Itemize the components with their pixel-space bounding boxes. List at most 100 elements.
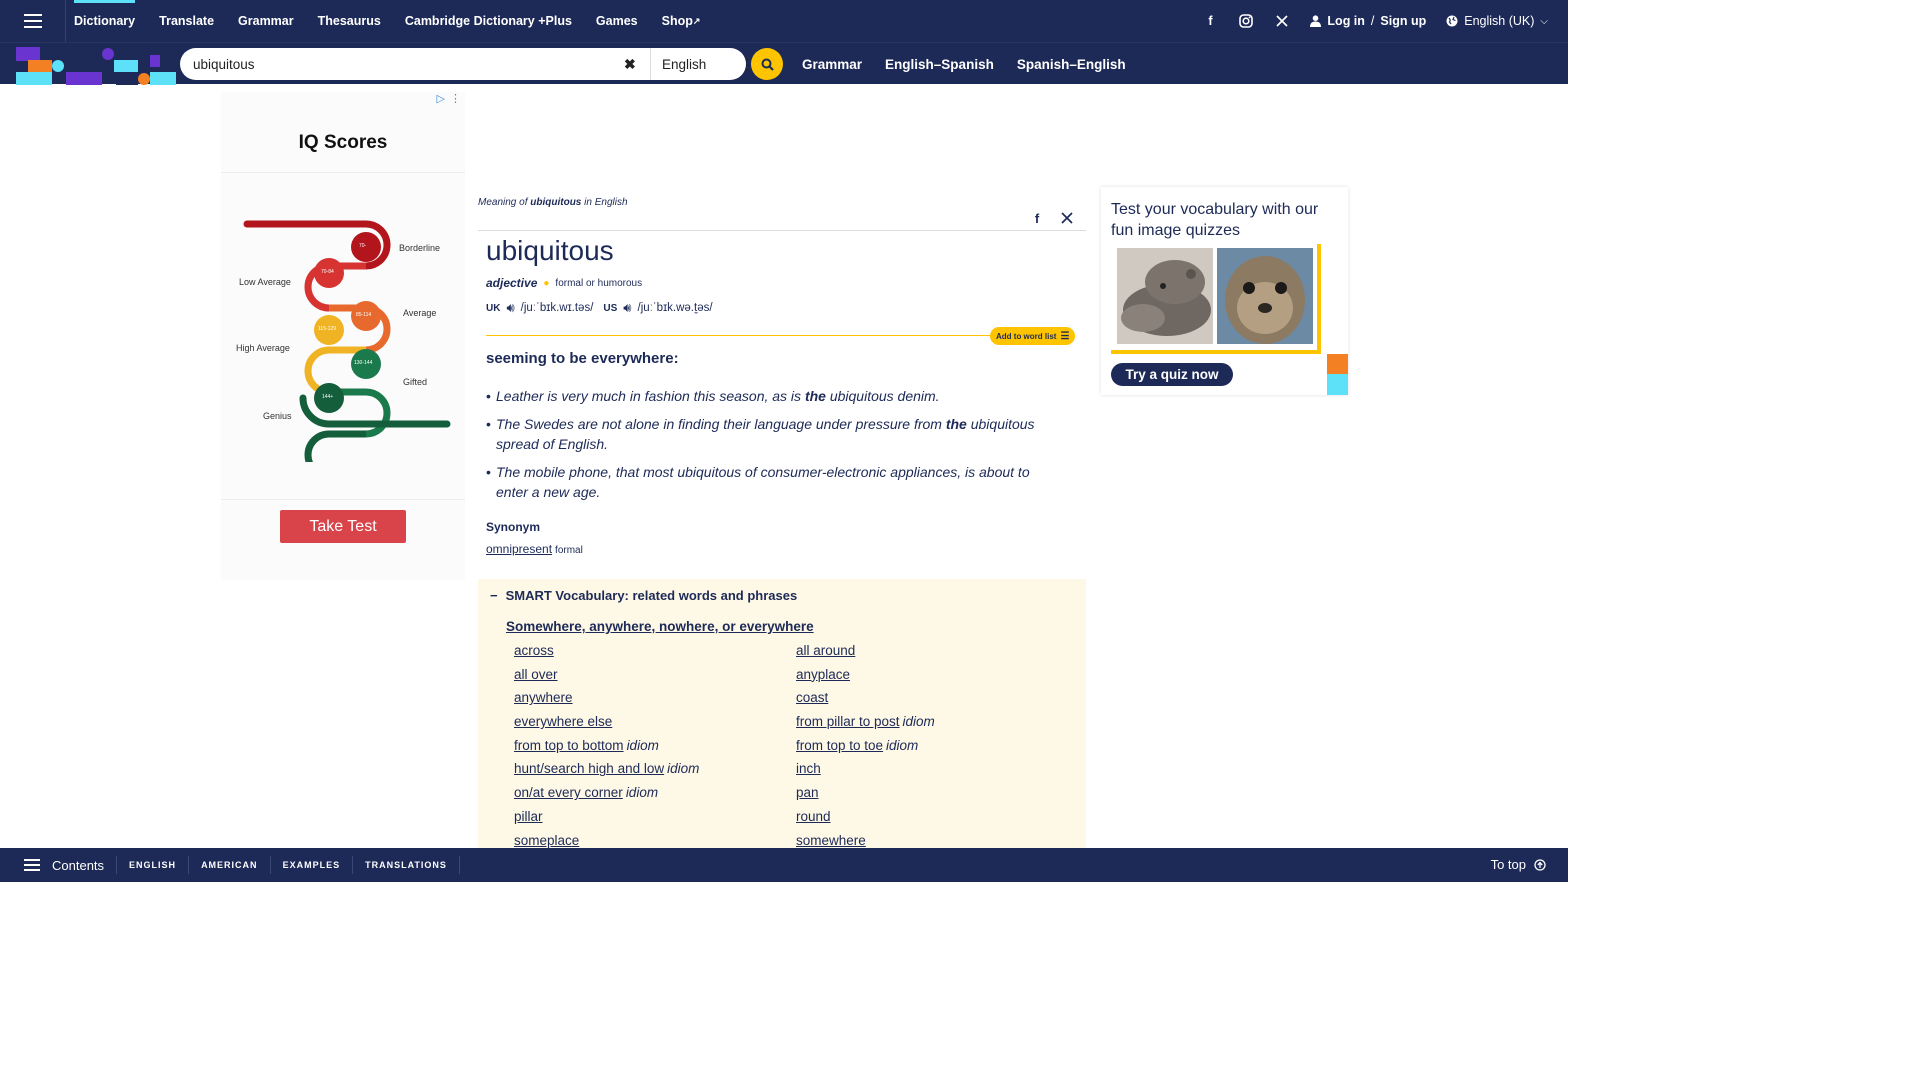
smart-vocab-link[interactable]: inch <box>796 761 821 776</box>
smart-vocab-link[interactable]: pan <box>796 785 819 800</box>
us-speaker-icon[interactable]: 🔊︎ <box>623 300 631 316</box>
smart-vocab-link[interactable]: someplace <box>514 833 579 848</box>
example-text: Leather is very much in fashion this sea… <box>496 388 805 404</box>
nav-shop[interactable]: Shop ↗ <box>662 0 701 42</box>
nav-grammar[interactable]: Grammar <box>238 0 294 42</box>
idiom-tag: idiom <box>886 737 919 753</box>
search-row: ✖ English ⋮ Grammar English–Spanish Span… <box>0 42 1568 85</box>
ad-divider-bottom <box>221 499 465 500</box>
smart-vocab-link[interactable]: anyplace <box>796 667 850 682</box>
idiom-tag: idiom <box>902 714 935 730</box>
menu-button[interactable] <box>0 0 66 42</box>
nav-thesaurus[interactable]: Thesaurus <box>318 0 381 42</box>
smart-vocab-toggle[interactable]: − SMART Vocabulary: related words and ph… <box>490 588 797 603</box>
example-bold: the <box>945 416 967 432</box>
facebook-icon[interactable]: f <box>1202 13 1218 29</box>
example-text: ubiquitous denim. <box>825 388 940 404</box>
search-button[interactable] <box>751 48 783 80</box>
arrow-up-circle-icon <box>1534 858 1546 871</box>
ad-label-low-average: Low Average <box>239 277 291 287</box>
ad-title: IQ Scores <box>298 132 388 153</box>
quick-link-grammar[interactable]: Grammar <box>802 57 862 72</box>
idiom-tag: idiom <box>626 737 659 753</box>
smart-vocabulary: − SMART Vocabulary: related words and ph… <box>478 579 1086 859</box>
ad-choices[interactable]: ▷ ⋮ <box>437 92 461 105</box>
add-to-word-list-button[interactable]: Add to word list ☰ <box>990 327 1076 345</box>
jump-american[interactable]: AMERICAN <box>189 856 271 874</box>
search-input[interactable] <box>193 52 613 76</box>
idiom-tag: idiom <box>625 785 659 801</box>
smart-vocab-topic-link[interactable]: Somewhere, anywhere, nowhere, or everywh… <box>506 619 814 634</box>
nav-dictionary[interactable]: Dictionary <box>74 0 136 42</box>
smart-vocab-link[interactable]: from top to toe <box>796 738 883 753</box>
ad-label-gifted: Gifted <box>403 377 428 387</box>
jump-translations[interactable]: TRANSLATIONS <box>353 856 460 874</box>
try-quiz-button[interactable]: Try a quiz now <box>1111 363 1233 386</box>
smart-vocab-item: coast <box>796 690 1078 709</box>
take-test-button[interactable]: Take Test <box>280 510 406 543</box>
smart-vocab-link[interactable]: coast <box>796 690 828 705</box>
smart-vocab-item: all over <box>514 667 796 686</box>
examples: Leather is very much in fashion this sea… <box>486 386 1036 510</box>
quick-link-english-spanish[interactable]: English–Spanish <box>885 57 994 72</box>
ad-label-borderline: Borderline <box>399 243 441 253</box>
iq-chart-graphic <box>243 220 451 462</box>
example-sentence: Leather is very much in fashion this sea… <box>486 386 1036 406</box>
clear-search-icon[interactable]: ✖ <box>624 56 636 73</box>
dictionary-selector[interactable]: English ⋮ <box>650 48 754 80</box>
smart-vocab-link[interactable]: all over <box>514 667 558 682</box>
smart-vocab-link[interactable]: somewhere <box>796 833 866 848</box>
example-sentence: The mobile phone, that most ubiquitous o… <box>486 462 1036 502</box>
smart-vocab-item: from top to toe idiom <box>796 738 1078 757</box>
nav-plus[interactable]: Cambridge Dictionary +Plus <box>405 0 572 42</box>
smart-vocab-link[interactable]: from pillar to post <box>796 714 900 729</box>
share-facebook-icon[interactable]: f <box>1029 210 1045 226</box>
synonym-row: omnipresent formal <box>486 542 583 556</box>
contents-label: Contents <box>52 857 105 873</box>
smart-vocab-link[interactable]: anywhere <box>514 690 573 705</box>
quiz-image-frame[interactable] <box>1111 244 1321 354</box>
synonym-register: formal <box>555 545 583 556</box>
smart-vocab-list: across all around all over anyplace anywhere… <box>514 643 1078 851</box>
globe-icon <box>1446 15 1458 27</box>
nav-translate[interactable]: Translate <box>159 0 214 42</box>
meaning-suffix: in English <box>584 197 628 208</box>
hamburger-icon <box>23 20 42 22</box>
smart-vocab-link[interactable]: all around <box>796 643 855 658</box>
bottom-bar: Contents ENGLISH AMERICAN EXAMPLES TRANS… <box>0 848 1568 882</box>
jump-english[interactable]: ENGLISH <box>117 856 190 874</box>
smart-vocab-link[interactable]: round <box>796 809 831 824</box>
usage-label: formal or humorous <box>555 277 643 289</box>
smart-vocab-link[interactable]: across <box>514 643 554 658</box>
share-x-icon[interactable] <box>1059 210 1075 226</box>
smart-vocab-item: all around <box>796 643 1078 662</box>
ad-choices-icon: ▷ <box>436 93 445 105</box>
x-icon[interactable] <box>1274 13 1290 29</box>
synonym-link[interactable]: omnipresent <box>486 542 552 556</box>
nav-games[interactable]: Games <box>596 0 638 42</box>
smart-vocab-item: anyplace <box>796 667 1078 686</box>
collapse-icon: − <box>490 588 498 603</box>
headword: ubiquitous <box>486 235 614 266</box>
ad-label-average: Average <box>403 308 437 318</box>
smart-vocab-item: hunt/search high and low idiom <box>514 761 796 780</box>
smart-vocab-item: everywhere else <box>514 714 796 733</box>
to-top-button[interactable]: To top <box>1491 857 1546 872</box>
smart-vocab-link[interactable]: on/at every corner <box>514 785 623 800</box>
iq-ad[interactable]: ▷ ⋮ IQ Scores 70- 70-84 85-114 115-129 1… <box>221 92 465 580</box>
smart-vocab-item: round <box>796 809 1078 828</box>
smart-vocab-item: inch <box>796 761 1078 780</box>
hippo-image <box>1117 248 1213 344</box>
smart-vocab-link[interactable]: pillar <box>514 809 543 824</box>
jump-examples[interactable]: EXAMPLES <box>271 856 354 874</box>
login-link[interactable]: Log in / Sign up <box>1310 14 1426 28</box>
uk-speaker-icon[interactable]: 🔊︎ <box>506 300 514 316</box>
smart-vocab-link[interactable]: everywhere else <box>514 714 612 729</box>
contents-button[interactable]: Contents <box>0 856 118 874</box>
smart-vocab-item: from pillar to post idiom <box>796 714 1078 733</box>
smart-vocab-link[interactable]: hunt/search high and low <box>514 761 664 776</box>
quick-link-spanish-english[interactable]: Spanish–English <box>1017 57 1126 72</box>
language-selector[interactable]: English (UK) ⌵ <box>1446 14 1548 28</box>
instagram-icon[interactable] <box>1238 13 1254 29</box>
smart-vocab-link[interactable]: from top to bottom <box>514 738 624 753</box>
